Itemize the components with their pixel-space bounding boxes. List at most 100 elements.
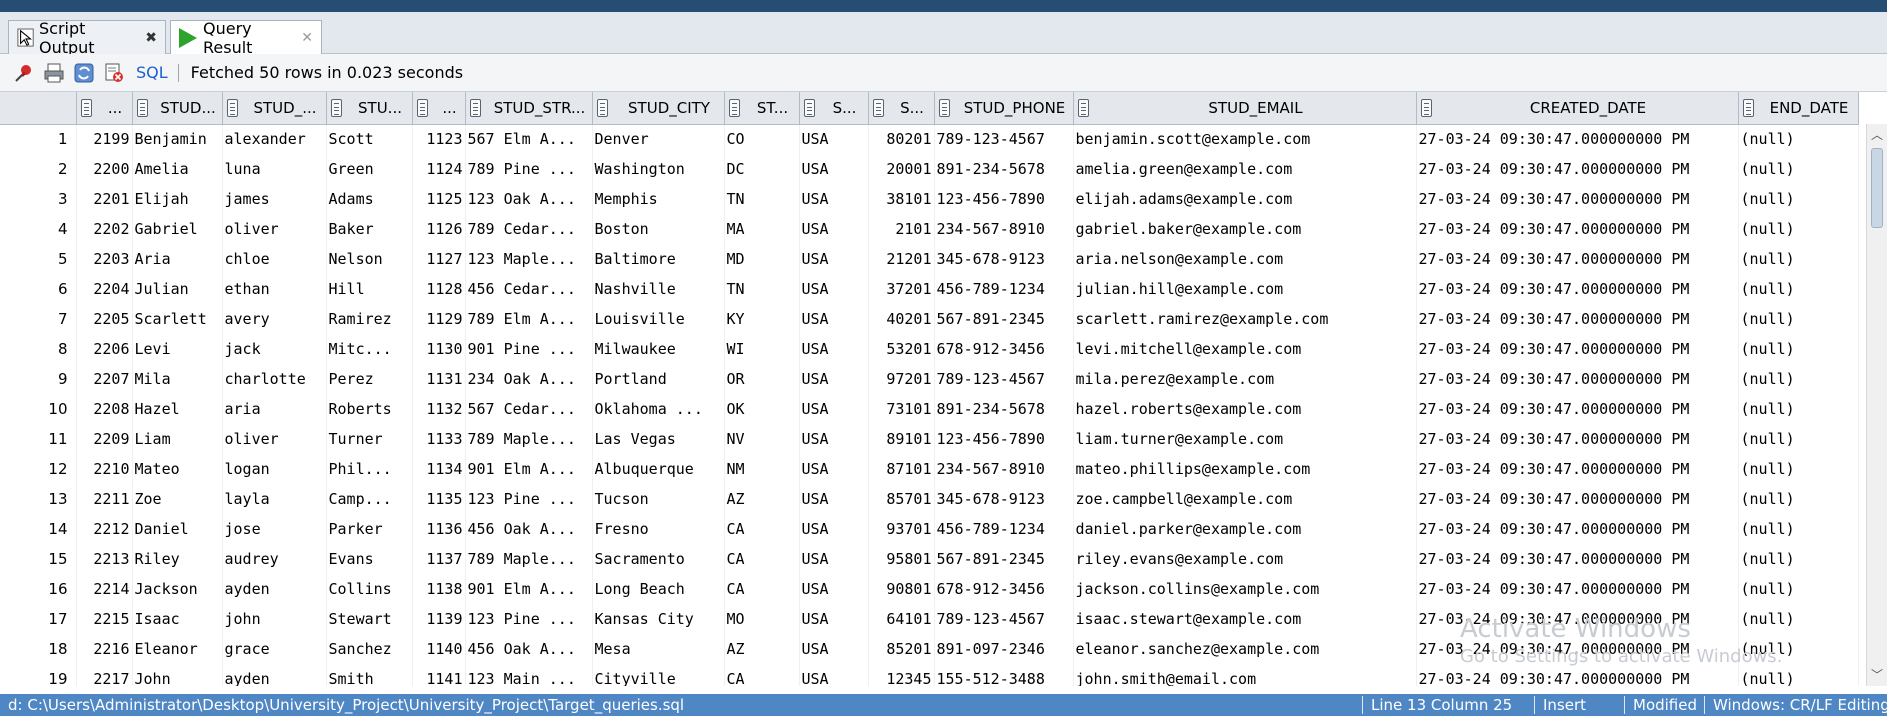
table-cell[interactable]: (null) [1738, 304, 1859, 334]
table-cell[interactable]: 21201 [868, 244, 935, 274]
table-cell[interactable]: Eleanor [132, 634, 223, 664]
table-cell[interactable]: zoe.campbell@example.com [1073, 484, 1417, 514]
row-number-cell[interactable]: 8 [0, 334, 77, 364]
table-cell[interactable]: (null) [1738, 214, 1859, 244]
table-cell[interactable]: 891-234-5678 [934, 394, 1074, 424]
table-cell[interactable]: Benjamin [132, 124, 223, 154]
table-cell[interactable]: jose [222, 514, 327, 544]
table-cell[interactable]: 80201 [868, 124, 935, 154]
table-cell[interactable]: 2205 [76, 304, 133, 334]
table-cell[interactable]: MO [724, 604, 800, 634]
table-cell[interactable]: Fresno [592, 514, 725, 544]
table-cell[interactable]: ethan [222, 274, 327, 304]
table-cell[interactable]: Baltimore [592, 244, 725, 274]
table-cell[interactable]: Parker [326, 514, 413, 544]
row-number-cell[interactable]: 16 [0, 574, 77, 604]
table-cell[interactable]: mateo.phillips@example.com [1073, 454, 1417, 484]
row-number-cell[interactable]: 4 [0, 214, 77, 244]
table-cell[interactable]: Julian [132, 274, 223, 304]
table-cell[interactable]: 27-03-24 09:30:47.000000000 PM [1416, 394, 1739, 424]
table-cell[interactable]: USA [799, 634, 869, 664]
table-cell[interactable]: Las Vegas [592, 424, 725, 454]
table-cell[interactable]: Memphis [592, 184, 725, 214]
table-cell[interactable]: (null) [1738, 604, 1859, 634]
table-cell[interactable]: Turner [326, 424, 413, 454]
table-cell[interactable]: Daniel [132, 514, 223, 544]
table-cell[interactable]: 789-123-4567 [934, 364, 1074, 394]
table-cell[interactable]: MA [724, 214, 800, 244]
table-cell[interactable]: jackson.collins@example.com [1073, 574, 1417, 604]
table-cell[interactable]: USA [799, 334, 869, 364]
table-cell[interactable]: 38101 [868, 184, 935, 214]
pin-icon[interactable] [12, 61, 36, 85]
row-number-header[interactable] [0, 92, 77, 125]
table-cell[interactable]: (null) [1738, 424, 1859, 454]
table-cell[interactable]: AZ [724, 634, 800, 664]
table-cell[interactable]: 97201 [868, 364, 935, 394]
table-cell[interactable]: 1131 [412, 364, 466, 394]
table-cell[interactable]: Scarlett [132, 304, 223, 334]
table-cell[interactable]: 2200 [76, 154, 133, 184]
table-cell[interactable]: DC [724, 154, 800, 184]
table-cell[interactable]: Green [326, 154, 413, 184]
row-number-cell[interactable]: 18 [0, 634, 77, 664]
table-cell[interactable]: grace [222, 634, 327, 664]
table-cell[interactable]: gabriel.baker@example.com [1073, 214, 1417, 244]
table-cell[interactable]: Nashville [592, 274, 725, 304]
table-cell[interactable]: TN [724, 184, 800, 214]
table-cell[interactable]: 2209 [76, 424, 133, 454]
table-cell[interactable]: Aria [132, 244, 223, 274]
table-cell[interactable]: 2206 [76, 334, 133, 364]
table-cell[interactable]: Oklahoma ... [592, 394, 725, 424]
table-cell[interactable]: 2201 [76, 184, 133, 214]
table-row[interactable]: 19 2217 John ayden Smith 1141 123 Main ... City… [0, 664, 1859, 686]
table-cell[interactable]: 1129 [412, 304, 466, 334]
column-header[interactable]: STUD_PHONE [934, 92, 1074, 125]
table-cell[interactable]: 1139 [412, 604, 466, 634]
scroll-down-icon[interactable]: ﹀ [1870, 668, 1884, 682]
table-cell[interactable]: NV [724, 424, 800, 454]
table-cell[interactable]: Washington [592, 154, 725, 184]
column-header[interactable]: ... [412, 92, 466, 125]
table-cell[interactable]: hazel.roberts@example.com [1073, 394, 1417, 424]
table-row[interactable]: 12 2210 Mateo logan Phil... 1134 901 Elm A... A… [0, 454, 1859, 484]
table-cell[interactable]: alexander [222, 124, 327, 154]
table-cell[interactable]: Louisville [592, 304, 725, 334]
table-cell[interactable]: CA [724, 544, 800, 574]
table-cell[interactable]: 456-789-1234 [934, 514, 1074, 544]
table-cell[interactable]: 27-03-24 09:30:47.000000000 PM [1416, 214, 1739, 244]
table-cell[interactable]: 27-03-24 09:30:47.000000000 PM [1416, 544, 1739, 574]
table-cell[interactable]: 1136 [412, 514, 466, 544]
table-cell[interactable]: Kansas City [592, 604, 725, 634]
table-cell[interactable]: 1138 [412, 574, 466, 604]
row-number-cell[interactable]: 12 [0, 454, 77, 484]
table-cell[interactable]: Ramirez [326, 304, 413, 334]
table-cell[interactable]: aria [222, 394, 327, 424]
table-cell[interactable]: USA [799, 244, 869, 274]
table-cell[interactable]: (null) [1738, 574, 1859, 604]
table-cell[interactable]: Hill [326, 274, 413, 304]
table-cell[interactable]: Mesa [592, 634, 725, 664]
table-cell[interactable]: 901 Elm A... [465, 454, 593, 484]
table-cell[interactable]: 2101 [868, 214, 935, 244]
column-header[interactable]: ... [76, 92, 133, 125]
table-cell[interactable]: chloe [222, 244, 327, 274]
table-cell[interactable]: levi.mitchell@example.com [1073, 334, 1417, 364]
table-cell[interactable]: 234-567-8910 [934, 454, 1074, 484]
table-cell[interactable]: layla [222, 484, 327, 514]
table-cell[interactable]: daniel.parker@example.com [1073, 514, 1417, 544]
table-cell[interactable]: 789 Pine ... [465, 154, 593, 184]
table-cell[interactable]: 123 Pine ... [465, 604, 593, 634]
table-cell[interactable]: 85201 [868, 634, 935, 664]
table-cell[interactable]: 456 Oak A... [465, 514, 593, 544]
table-cell[interactable]: CA [724, 514, 800, 544]
table-cell[interactable]: oliver [222, 214, 327, 244]
table-cell[interactable]: 87101 [868, 454, 935, 484]
table-cell[interactable]: USA [799, 214, 869, 244]
table-cell[interactable]: oliver [222, 424, 327, 454]
table-cell[interactable]: Gabriel [132, 214, 223, 244]
table-cell[interactable]: WI [724, 334, 800, 364]
row-number-cell[interactable]: 11 [0, 424, 77, 454]
table-cell[interactable]: Perez [326, 364, 413, 394]
table-cell[interactable]: USA [799, 484, 869, 514]
